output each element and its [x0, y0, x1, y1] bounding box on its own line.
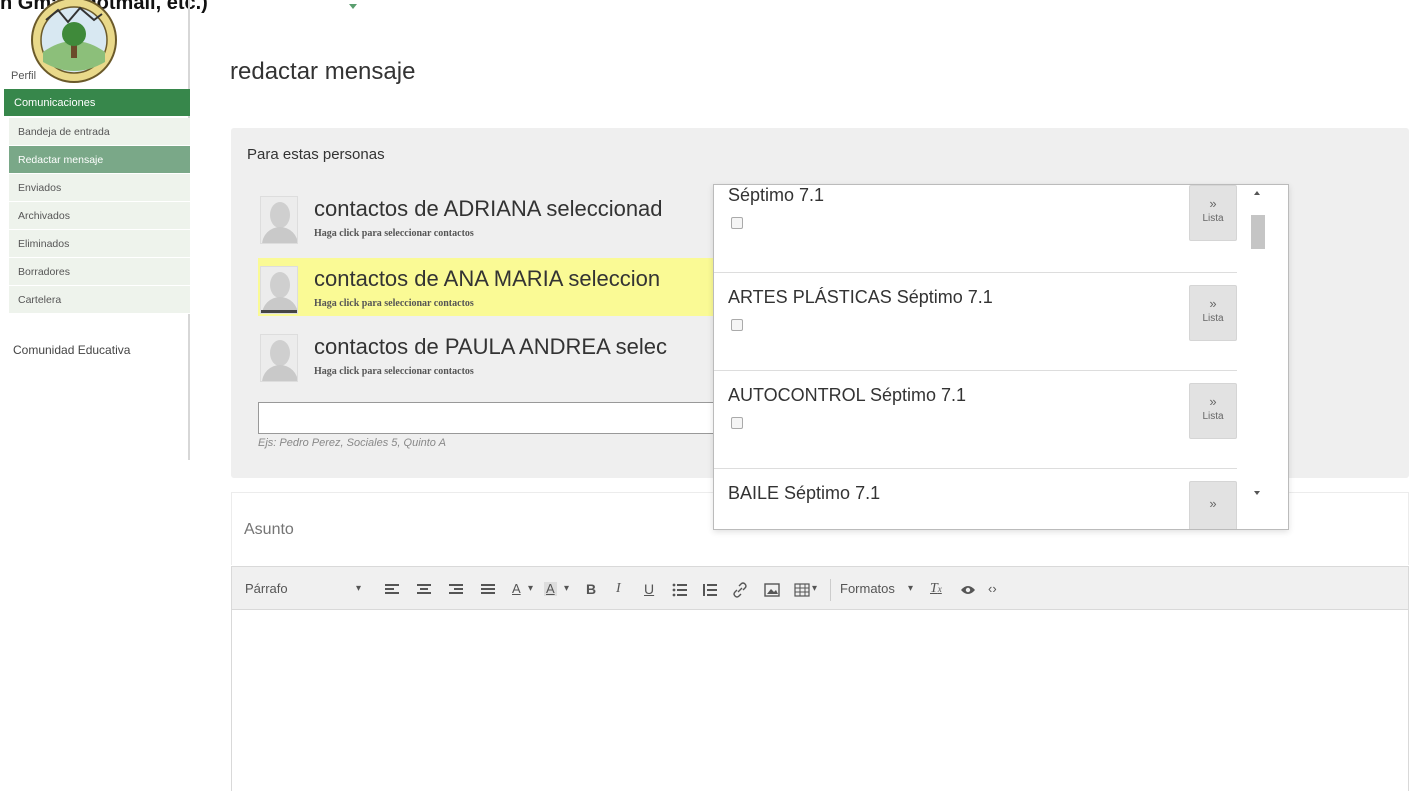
double-chevron-right-icon: » — [1209, 496, 1217, 511]
sidebar-item-archivados[interactable]: Archivados — [9, 202, 190, 230]
contact-item-paula-andrea[interactable]: contactos de PAULA ANDREA selec Haga cli… — [258, 326, 728, 384]
search-example-text: Ejs: Pedro Perez, Sociales 5, Quinto A — [258, 437, 446, 449]
contact-name: contactos de PAULA ANDREA selec — [314, 334, 667, 359]
group-lista-button[interactable]: » — [1189, 481, 1237, 529]
bullet-list-icon[interactable] — [672, 567, 688, 611]
align-right-icon[interactable] — [448, 567, 464, 611]
background-color-icon[interactable]: A — [544, 582, 557, 596]
sidebar: Perfil Comunicaciones Bandeja de entrada… — [0, 0, 190, 460]
sidebar-item-borradores[interactable]: Borradores — [9, 258, 190, 286]
group-item: AUTOCONTROL Séptimo 7.1 » Lista — [714, 371, 1237, 469]
editor-toolbar: Párrafo ▾ A ▾ A ▾ B I U ▾ Formatos ▾ Tx … — [231, 566, 1409, 610]
groups-list: Séptimo 7.1 » Lista ARTES PLÁSTICAS Sépt… — [714, 185, 1274, 529]
contact-hint: Haga click para seleccionar contactos — [314, 228, 474, 239]
preview-eye-icon[interactable] — [960, 567, 976, 611]
formats-menu[interactable]: Formatos — [840, 567, 895, 611]
scroll-down-arrow-icon[interactable] — [1254, 491, 1260, 495]
text-color-icon[interactable]: A — [512, 567, 521, 611]
group-name: ARTES PLÁSTICAS Séptimo 7.1 — [728, 287, 993, 307]
group-lista-button[interactable]: » Lista — [1189, 383, 1237, 439]
sidebar-item-enviados[interactable]: Enviados — [9, 174, 190, 202]
source-code-icon[interactable]: ‹› — [988, 567, 997, 611]
toolbar-divider — [830, 579, 831, 601]
page-title: redactar mensaje — [230, 58, 416, 85]
group-lista-button[interactable]: » Lista — [1189, 285, 1237, 341]
double-chevron-right-icon: » — [1209, 394, 1217, 409]
bold-icon[interactable]: B — [586, 567, 596, 611]
group-item: ARTES PLÁSTICAS Séptimo 7.1 » Lista — [714, 273, 1237, 371]
double-chevron-right-icon: » — [1209, 196, 1217, 211]
contact-item-ana-maria[interactable]: contactos de ANA MARIA seleccion Haga cl… — [258, 258, 728, 316]
avatar-placeholder-icon — [260, 334, 298, 382]
sidebar-item-eliminados[interactable]: Eliminados — [9, 230, 190, 258]
contact-hint: Haga click para seleccionar contactos — [314, 366, 474, 377]
sidebar-section-comunicaciones[interactable]: Comunicaciones — [4, 89, 190, 116]
group-name: Séptimo 7.1 — [728, 185, 825, 205]
sidebar-item-redactar-mensaje[interactable]: Redactar mensaje — [9, 146, 190, 174]
contact-item-adriana[interactable]: contactos de ADRIANA seleccionad Haga cl… — [258, 188, 728, 246]
caret-down-icon[interactable] — [349, 4, 357, 9]
sidebar-link-perfil[interactable]: Perfil — [11, 70, 36, 82]
group-checkbox[interactable] — [731, 319, 743, 331]
italic-icon[interactable]: I — [616, 567, 621, 611]
block-format-caret-icon[interactable]: ▾ — [356, 567, 361, 611]
formats-caret-icon[interactable]: ▾ — [908, 567, 913, 611]
contact-name: contactos de ANA MARIA seleccion — [314, 266, 661, 291]
background-color-caret-icon[interactable]: ▾ — [564, 567, 569, 611]
image-icon[interactable] — [764, 567, 780, 611]
recipient-search-input[interactable] — [258, 402, 728, 434]
block-format-select[interactable]: Párrafo — [245, 567, 288, 611]
sidebar-link-comunidad-educativa[interactable]: Comunidad Educativa — [13, 343, 130, 357]
double-chevron-right-icon: » — [1209, 296, 1217, 311]
sidebar-item-cartelera[interactable]: Cartelera — [9, 286, 190, 314]
avatar-placeholder-icon — [260, 266, 298, 314]
group-name: BAILE Séptimo 7.1 — [728, 483, 881, 503]
sidebar-menu: Bandeja de entrada Redactar mensaje Envi… — [9, 118, 190, 314]
group-name: AUTOCONTROL Séptimo 7.1 — [728, 385, 967, 405]
underline-icon[interactable]: U — [644, 567, 654, 611]
align-center-icon[interactable] — [416, 567, 432, 611]
recipients-label: Para estas personas — [247, 146, 385, 163]
scroll-up-arrow-icon[interactable] — [1254, 191, 1260, 195]
align-justify-icon[interactable] — [480, 567, 496, 611]
table-caret-icon[interactable]: ▾ — [812, 567, 817, 611]
avatar-placeholder-icon — [260, 196, 298, 244]
contact-hint: Haga click para seleccionar contactos — [314, 298, 474, 309]
group-checkbox[interactable] — [731, 417, 743, 429]
scroll-thumb[interactable] — [1251, 215, 1265, 249]
clear-formatting-icon[interactable]: Tx — [930, 567, 942, 611]
group-checkbox[interactable] — [731, 217, 743, 229]
sidebar-item-bandeja-de-entrada[interactable]: Bandeja de entrada — [9, 118, 190, 146]
link-icon[interactable] — [732, 567, 748, 611]
text-color-caret-icon[interactable]: ▾ — [528, 567, 533, 611]
contact-groups-dropdown: Séptimo 7.1 » Lista ARTES PLÁSTICAS Sépt… — [713, 184, 1289, 530]
lista-label: Lista — [1202, 213, 1224, 224]
align-left-icon[interactable] — [384, 567, 400, 611]
lista-label: Lista — [1202, 313, 1224, 324]
dropdown-scrollbar[interactable] — [1246, 185, 1268, 529]
contact-name: contactos de ADRIANA seleccionad — [314, 196, 663, 221]
table-icon[interactable] — [794, 567, 810, 611]
group-item: BAILE Séptimo 7.1 » — [714, 469, 1237, 529]
lista-label: Lista — [1202, 411, 1224, 422]
group-lista-button[interactable]: » Lista — [1189, 185, 1237, 241]
group-item: Séptimo 7.1 » Lista — [714, 185, 1237, 273]
numbered-list-icon[interactable] — [702, 567, 718, 611]
message-body-editor[interactable] — [231, 610, 1409, 791]
